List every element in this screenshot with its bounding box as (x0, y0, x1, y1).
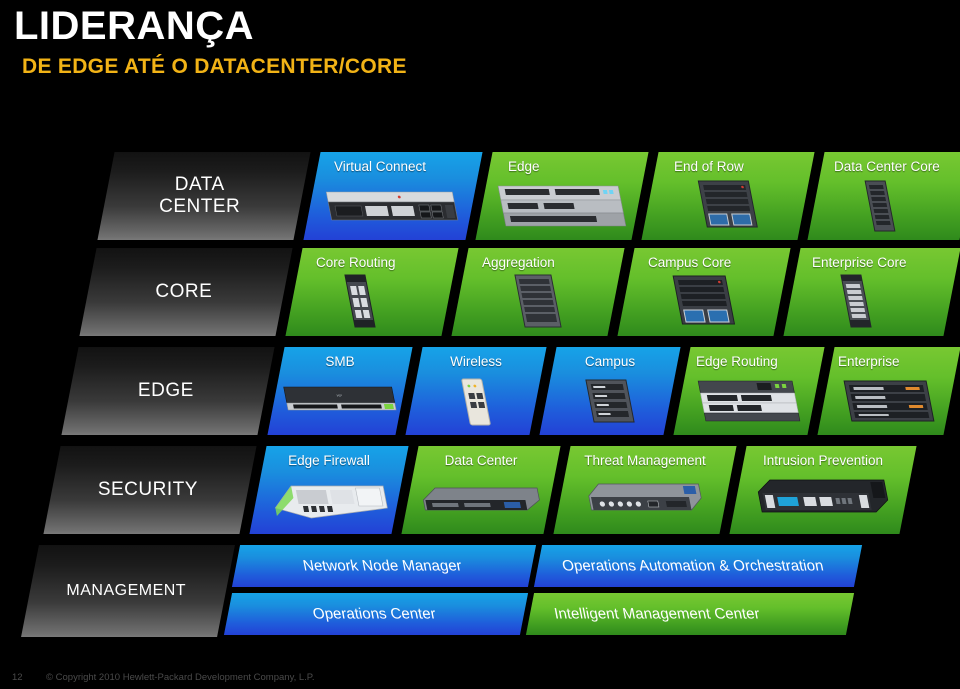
cell-label: Intrusion Prevention (762, 453, 884, 468)
chassis-switch-icon (514, 274, 562, 328)
1u-appliance-icon (423, 487, 540, 511)
cell-body: Enterprise (826, 347, 952, 435)
cell-body: Core Routing (294, 248, 450, 336)
stack-box-icon (585, 379, 635, 423)
cell-body: Intelligent Management Center (530, 593, 850, 635)
row-label-core: CORE (79, 248, 293, 336)
access-point-icon (461, 378, 491, 426)
cell-intrusion-prevention[interactable]: Intrusion Prevention (729, 446, 917, 534)
big-chassis-icon (843, 380, 935, 422)
cell-label: Campus Core (648, 255, 732, 270)
cell-body: Edge (484, 152, 640, 240)
cell-core-routing[interactable]: Core Routing (285, 248, 459, 336)
architecture-diagram: DATA CENTER Virtual Connect Edge End of … (0, 0, 960, 689)
cell-label: Threat Management (584, 453, 706, 468)
cell-edge-firewall[interactable]: Edge Firewall (249, 446, 409, 534)
svg-text:HP: HP (336, 393, 343, 398)
cell-body: Intrusion Prevention (738, 446, 908, 534)
chassis-switch-icon (697, 180, 758, 228)
tall-chassis-icon (343, 274, 376, 328)
cell-body: Campus Core (626, 248, 782, 336)
cell-edge-routing[interactable]: Edge Routing (673, 347, 825, 435)
cell-label: Edge Firewall (288, 453, 370, 468)
cell-body: Aggregation (460, 248, 616, 336)
cell-body: Wireless (414, 347, 538, 435)
row-label-text: CORE (155, 281, 213, 302)
cell-body: Enterprise Core (792, 248, 952, 336)
cell-label: Campus (584, 354, 636, 369)
cell-label: Edge (508, 159, 540, 174)
row-label-security: SECURITY (43, 446, 257, 534)
cell-body: Edge Firewall (258, 446, 400, 534)
cell-body: Data Center (410, 446, 552, 534)
row-label-text: SECURITY (97, 479, 198, 500)
row-label-text: DATA CENTER (159, 174, 241, 217)
cell-body: Operations Automation & Orchestration (538, 545, 858, 587)
cell-body: Threat Management (562, 446, 728, 534)
1u-appliance-ports-icon (588, 483, 702, 511)
cell-operations-center[interactable]: Operations Center (223, 593, 529, 635)
cell-end-of-row[interactable]: End of Row (641, 152, 815, 240)
cell-label: Virtual Connect (334, 159, 427, 174)
big-chassis-icon (672, 275, 736, 325)
cell-label: Network Node Manager (301, 557, 464, 575)
tall-chassis-icon (840, 274, 872, 328)
cell-label: SMB (325, 354, 355, 369)
rack-server-icon (325, 191, 459, 221)
cell-label: Aggregation (482, 255, 555, 270)
cell-body: Data Center Core (816, 152, 960, 240)
cell-body: End of Row (650, 152, 806, 240)
stacked-switch-icon (497, 185, 627, 227)
1u-switch-icon: HP (283, 386, 397, 411)
cell-threat-management[interactable]: Threat Management (553, 446, 737, 534)
cell-body: Edge Routing (682, 347, 816, 435)
cell-label: Enterprise Core (812, 255, 907, 270)
cell-campus-core[interactable]: Campus Core (617, 248, 791, 336)
copyright-text: © Copyright 2010 Hewlett-Packard Develop… (46, 672, 315, 683)
footer: 12 © Copyright 2010 Hewlett-Packard Devel… (0, 672, 960, 683)
cell-label: Operations Center (311, 605, 438, 623)
cell-label: Enterprise (838, 354, 900, 369)
cell-label: End of Row (674, 159, 744, 174)
page-number: 12 (12, 672, 23, 683)
row-label-management: MANAGEMENT (21, 545, 235, 637)
row-label-text: MANAGEMENT (66, 582, 187, 599)
row-label-text: EDGE (137, 380, 194, 401)
cell-virtual-connect[interactable]: Virtual Connect (303, 152, 483, 240)
cell-label: Data Center (444, 453, 518, 468)
cell-label: Wireless (450, 354, 502, 369)
cell-label: Data Center Core (834, 159, 940, 174)
cell-wireless[interactable]: Wireless (405, 347, 547, 435)
tall-chassis-icon (864, 180, 896, 232)
cell-body: Campus (548, 347, 672, 435)
cell-label: Intelligent Management Center (552, 605, 762, 623)
cell-label: Operations Automation & Orchestration (560, 557, 825, 575)
cell-data-center-core[interactable]: Data Center Core (807, 152, 960, 240)
row-label-data-center: DATA CENTER (97, 152, 311, 240)
cell-intelligent-management-center[interactable]: Intelligent Management Center (525, 593, 855, 635)
cell-campus[interactable]: Campus (539, 347, 681, 435)
cell-aggregation[interactable]: Aggregation (451, 248, 625, 336)
firewall-blade-icon (274, 485, 388, 519)
cell-body: Operations Center (228, 593, 524, 635)
cell-edge-dc[interactable]: Edge (475, 152, 649, 240)
router-stack-icon (697, 380, 801, 422)
cell-operations-automation[interactable]: Operations Automation & Orchestration (533, 545, 863, 587)
cell-body: Virtual Connect (312, 152, 474, 240)
cell-body: Network Node Manager (236, 545, 532, 587)
2u-appliance-icon (757, 479, 889, 513)
cell-enterprise[interactable]: Enterprise (817, 347, 960, 435)
cell-label: Edge Routing (696, 354, 778, 369)
cell-data-center-security[interactable]: Data Center (401, 446, 561, 534)
row-label-edge: EDGE (61, 347, 275, 435)
cell-enterprise-core[interactable]: Enterprise Core (783, 248, 960, 336)
cell-label: Core Routing (316, 255, 396, 270)
cell-body: SMB HP (276, 347, 404, 435)
cell-network-node-manager[interactable]: Network Node Manager (231, 545, 537, 587)
cell-smb[interactable]: SMB HP (267, 347, 413, 435)
